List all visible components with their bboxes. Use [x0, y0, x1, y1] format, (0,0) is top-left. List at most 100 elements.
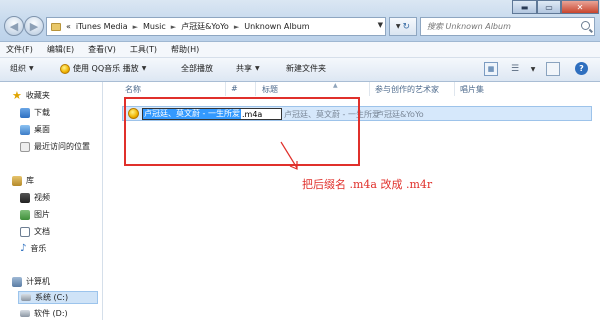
nav-downloads[interactable]: 下载: [20, 107, 50, 118]
change-view-icon[interactable]: ▦: [484, 62, 498, 76]
forward-arrow-icon: ▶: [29, 19, 39, 33]
nav-label: 文档: [34, 227, 50, 236]
minimize-button[interactable]: ▬: [512, 0, 537, 14]
nav-label: 软件 (D:): [34, 309, 68, 318]
nav-label: 库: [26, 176, 34, 185]
menu-view[interactable]: 查看(V): [88, 44, 116, 55]
music-note-icon: ♪: [20, 242, 27, 254]
nav-label: 计算机: [26, 277, 50, 286]
chevron-down-icon: ▼: [255, 65, 260, 72]
breadcrumb-album[interactable]: Unknown Album: [244, 22, 309, 31]
nav-label: 桌面: [34, 125, 50, 134]
drive-icon: [21, 294, 31, 301]
play-with-label: 使用 QQ音乐 播放: [73, 64, 139, 73]
folder-icon: [51, 22, 61, 31]
menu-tools[interactable]: 工具(T): [130, 44, 157, 55]
star-icon: ★: [12, 88, 22, 102]
close-button[interactable]: ✕: [561, 0, 599, 14]
nav-computer[interactable]: 计算机: [12, 276, 50, 287]
qq-music-icon: [60, 63, 70, 74]
search-input[interactable]: [427, 22, 577, 31]
refresh-button[interactable]: ▼ ↻: [389, 17, 417, 36]
column-header-album[interactable]: 唱片集: [460, 84, 484, 95]
new-folder-label: 新建文件夹: [286, 64, 326, 73]
annotation-text: 把后缀名 .m4a 改成 .m4r: [302, 178, 433, 191]
search-icon[interactable]: [581, 21, 590, 30]
pictures-library-icon: [20, 209, 30, 220]
nav-desktop[interactable]: 桌面: [20, 124, 50, 135]
nav-libraries[interactable]: 库: [12, 175, 34, 186]
command-bar: 组织 ▼ 使用 QQ音乐 播放 ▼ 全部播放 共享 ▼ 新建文件夹 ▦ ☰ ▼ …: [0, 58, 600, 82]
organize-button[interactable]: 组织 ▼: [10, 63, 34, 74]
view-options-dropdown[interactable]: ▼: [526, 62, 540, 76]
chevron-down-icon: ▼: [395, 23, 401, 30]
nav-recent-places[interactable]: 最近访问的位置: [20, 141, 90, 152]
recent-places-icon: [20, 141, 30, 152]
nav-pictures[interactable]: 图片: [20, 209, 50, 220]
computer-icon: [12, 276, 22, 287]
nav-label: 下载: [34, 108, 50, 117]
desktop-icon: [20, 124, 30, 135]
breadcrumb-separator[interactable]: ►: [133, 23, 138, 31]
documents-library-icon: [20, 226, 30, 237]
menu-file[interactable]: 文件(F): [6, 44, 33, 55]
column-divider[interactable]: [255, 82, 256, 96]
column-divider[interactable]: [225, 82, 226, 96]
address-dropdown-icon[interactable]: ▼: [378, 21, 383, 29]
breadcrumb-separator[interactable]: ►: [171, 23, 176, 31]
play-all-label: 全部播放: [181, 64, 213, 73]
maximize-button[interactable]: ▭: [537, 0, 561, 14]
menu-help[interactable]: 帮助(H): [171, 44, 199, 55]
downloads-folder-icon: [20, 107, 30, 118]
nav-label: 收藏夹: [25, 91, 50, 100]
breadcrumb-artist[interactable]: 卢冠廷&YoYo: [181, 21, 229, 32]
refresh-icon: ↻: [402, 21, 411, 32]
nav-drive-c[interactable]: 系统 (C:): [18, 291, 98, 304]
help-icon[interactable]: ?: [575, 62, 588, 75]
breadcrumb-music[interactable]: Music: [143, 22, 166, 31]
share-button[interactable]: 共享 ▼: [236, 63, 260, 74]
nav-documents[interactable]: 文档: [20, 226, 50, 237]
navigation-pane: ★ 收藏夹 下载 桌面 最近访问的位置 库 视频 图片 文档 ♪ 音乐 计算机 …: [0, 82, 103, 320]
highlight-box: [124, 97, 360, 166]
sort-indicator-icon: ▲: [333, 82, 338, 89]
drive-icon: [20, 310, 30, 317]
nav-favorites[interactable]: ★ 收藏夹: [12, 90, 50, 101]
menu-edit[interactable]: 编辑(E): [47, 44, 74, 55]
breadcrumb-separator[interactable]: ►: [234, 23, 239, 31]
layout-icon[interactable]: ☰: [508, 62, 522, 76]
play-all-button[interactable]: 全部播放: [181, 63, 213, 74]
forward-button[interactable]: ▶: [24, 16, 44, 36]
new-folder-button[interactable]: 新建文件夹: [286, 63, 326, 74]
libraries-icon: [12, 175, 22, 186]
nav-label: 最近访问的位置: [34, 142, 90, 151]
column-header-title[interactable]: 标题: [262, 84, 278, 95]
nav-label: 视频: [34, 193, 50, 202]
column-header-name[interactable]: 名称: [125, 84, 141, 95]
back-arrow-icon: ◀: [9, 19, 19, 33]
search-box[interactable]: [420, 17, 595, 36]
breadcrumb-itunes-media[interactable]: iTunes Media: [76, 22, 128, 31]
preview-pane-icon[interactable]: [546, 62, 560, 76]
title-bar: ◀ ▶ « iTunes Media ► Music ► 卢冠廷&YoYo ► …: [0, 0, 600, 42]
cell-artist: 卢冠廷&YoYo: [376, 110, 424, 119]
nav-label: 系统 (C:): [35, 293, 69, 302]
nav-drive-d[interactable]: 软件 (D:): [20, 308, 68, 319]
nav-label: 图片: [34, 210, 50, 219]
annotation-arrow: [280, 141, 298, 170]
column-divider[interactable]: [369, 82, 370, 96]
organize-label: 组织: [10, 64, 26, 73]
column-header-artists[interactable]: 参与创作的艺术家: [375, 84, 439, 95]
chevron-down-icon: ▼: [141, 65, 147, 72]
play-with-button[interactable]: 使用 QQ音乐 播放 ▼: [60, 63, 146, 74]
column-divider[interactable]: [454, 82, 455, 96]
nav-videos[interactable]: 视频: [20, 192, 50, 203]
column-header-number[interactable]: #: [231, 84, 238, 93]
breadcrumb-overflow[interactable]: «: [66, 22, 71, 31]
nav-music[interactable]: ♪ 音乐: [20, 243, 46, 254]
share-label: 共享: [236, 64, 252, 73]
address-bar[interactable]: « iTunes Media ► Music ► 卢冠廷&YoYo ► Unkn…: [46, 17, 386, 36]
chevron-down-icon: ▼: [29, 65, 34, 72]
nav-label: 音乐: [30, 244, 47, 253]
back-button[interactable]: ◀: [4, 16, 24, 36]
